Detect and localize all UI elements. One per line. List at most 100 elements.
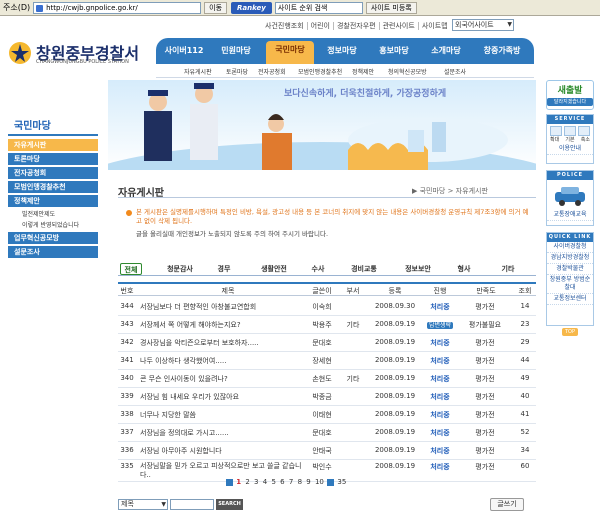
- sidebar-item-proposal[interactable]: 정책제안: [8, 195, 98, 208]
- subnav-item[interactable]: 전자공청회: [258, 67, 286, 76]
- post-title[interactable]: 서장께서 쪽 어떻게 해야하는지요?: [140, 320, 304, 330]
- sidebar-item-recommend[interactable]: 모범인맹경찰추천: [8, 181, 98, 194]
- address-bar[interactable]: http://cwjb.gnpolice.go.kr/: [33, 1, 202, 14]
- next-page-icon[interactable]: [327, 478, 335, 486]
- gnb-pr[interactable]: 홍보마당: [370, 42, 418, 60]
- post-title[interactable]: 콘 무슨 인사이동이 있을려나?: [140, 374, 304, 384]
- subnav-item[interactable]: 설문조사: [444, 67, 466, 76]
- table-row[interactable]: 337 서장님을 정의대로 가시고...... 문대호 2008.09.19 처리중 평가…: [118, 424, 536, 442]
- service-header: SERVICE: [547, 115, 593, 124]
- sidebar-item-free-board[interactable]: 자유게시판: [8, 139, 98, 152]
- post-status: 처리중: [422, 410, 458, 420]
- page-link[interactable]: 5: [270, 478, 276, 486]
- site-logo[interactable]: 창원중부경찰서 CHANGWONJUNGBU POLICE STATION: [8, 40, 148, 70]
- post-author: 박용주: [312, 321, 332, 329]
- post-title[interactable]: 서장님 힘 내세요 우리가 있잖아요: [140, 392, 304, 402]
- subnav-item[interactable]: 토론마당: [226, 67, 248, 76]
- subnav-item[interactable]: 정책제안: [352, 67, 374, 76]
- top-link[interactable]: 사이트맵: [419, 22, 451, 30]
- search-input[interactable]: [170, 499, 214, 510]
- tab-safety[interactable]: 생활안전: [254, 263, 294, 275]
- tab-security[interactable]: 정보보안: [398, 263, 438, 275]
- post-satisfaction: 평가전: [475, 463, 495, 471]
- table-row[interactable]: 343 서장께서 쪽 어떻게 해야하는지요? 박용주 기타 2008.09.19 답변생략…: [118, 316, 536, 334]
- post-satisfaction: 평가전: [475, 357, 495, 365]
- traffic-education-link[interactable]: 교통장애교육: [547, 210, 593, 221]
- new-start-title: 새출발: [557, 86, 583, 96]
- page-link[interactable]: 10: [314, 478, 325, 486]
- sidebar-item-discussion[interactable]: 토론마당: [8, 153, 98, 166]
- rankey-logo[interactable]: Rankey: [231, 1, 272, 14]
- gnb-citizen[interactable]: 국민마당: [266, 41, 314, 64]
- page-link[interactable]: 3: [253, 478, 259, 486]
- top-link[interactable]: 경찰전자우편: [334, 22, 380, 30]
- post-title[interactable]: 서장님보다 더 편향적인 아창불교연합회: [140, 302, 304, 312]
- post-title[interactable]: 서장님을 정의대로 가시고......: [140, 428, 304, 438]
- write-button[interactable]: 글쓰기: [490, 498, 524, 511]
- top-link[interactable]: 어린이: [308, 22, 334, 30]
- tab-all[interactable]: 전체: [120, 263, 142, 275]
- quick-link[interactable]: 사이버경찰청: [547, 242, 593, 253]
- quick-link[interactable]: 경찰박물관: [547, 264, 593, 275]
- tab-other[interactable]: 기타: [496, 263, 520, 275]
- top-link[interactable]: 관련사이트: [380, 22, 419, 30]
- search-field-select[interactable]: 제목: [118, 499, 168, 510]
- gnb-civil[interactable]: 민원마당: [212, 42, 260, 60]
- top-link[interactable]: 사건진행조회: [262, 22, 308, 30]
- post-title[interactable]: 너무나 지당한 말씀: [140, 410, 304, 420]
- status-badge: 처리중: [430, 393, 450, 401]
- post-title[interactable]: 서장님 아무아주 시원합니다: [140, 446, 304, 456]
- gnb-intro[interactable]: 소개마당: [422, 42, 470, 60]
- post-author: 장세현: [312, 357, 332, 365]
- column-header: 번호: [120, 287, 134, 295]
- post-title[interactable]: 경사장님을 악티즌으로부터 보호하자.....: [140, 338, 304, 348]
- page-link[interactable]: 1: [235, 478, 242, 486]
- page-link[interactable]: 2: [244, 478, 250, 486]
- subnav-item[interactable]: 모범인맹경찰추천: [298, 67, 342, 76]
- top-button[interactable]: TOP: [562, 328, 578, 336]
- table-row[interactable]: 344 서장님보다 더 편향적인 아창불교연합회 이숙희 2008.09.30 처리중 평…: [118, 298, 536, 316]
- page-link[interactable]: 7: [288, 478, 294, 486]
- zoom-in-icon[interactable]: [550, 126, 562, 136]
- tab-audit[interactable]: 청문감사: [160, 263, 200, 275]
- sidebar-item-innovation[interactable]: 업무혁신공모방: [8, 232, 98, 245]
- sidebar-item-survey[interactable]: 설문조사: [8, 246, 98, 259]
- zoom-reset-icon[interactable]: [564, 126, 576, 136]
- rank-search-input[interactable]: 사이트 순위 검색: [274, 1, 363, 14]
- prev-page-icon[interactable]: [226, 478, 233, 486]
- subnav-item[interactable]: 자유게시판: [184, 67, 212, 76]
- quick-link[interactable]: 창원중부 방범순찰대: [547, 275, 593, 294]
- table-row[interactable]: 342 경사장님을 악티즌으로부터 보호하자..... 문대호 2008.09.19 처…: [118, 334, 536, 352]
- go-button[interactable]: 이동: [204, 1, 228, 14]
- new-start-banner[interactable]: 새출발 달라지겠습니다: [546, 80, 594, 110]
- page-link[interactable]: 6: [279, 478, 285, 486]
- table-row[interactable]: 340 콘 무슨 인사이동이 있을려나? 손현도 기타 2008.09.19 처리중 평가전…: [118, 370, 536, 388]
- page-link[interactable]: 4: [262, 478, 268, 486]
- table-row[interactable]: 338 너무나 지당한 말씀 이태현 2008.09.19 처리중 평가전 41: [118, 406, 536, 424]
- quick-link[interactable]: 교통정보센터: [547, 294, 593, 305]
- tab-criminal[interactable]: 형사: [452, 263, 476, 275]
- foreign-site-select[interactable]: 외국어사이트: [452, 19, 514, 31]
- tab-admin[interactable]: 경무: [212, 263, 236, 275]
- table-row[interactable]: 339 서장님 힘 내세요 우리가 있잖아요 박종금 2008.09.19 처리중 평가전…: [118, 388, 536, 406]
- zoom-out-icon[interactable]: [578, 126, 590, 136]
- gnb-info[interactable]: 정보마당: [318, 42, 366, 60]
- sidebar-subitem[interactable]: 빌전제안제도: [8, 209, 98, 220]
- table-row[interactable]: 336 서장님 아무아주 시원합니다 안태국 2008.09.19 처리중 평가전 34: [118, 442, 536, 460]
- tab-traffic[interactable]: 경비교통: [344, 263, 384, 275]
- page-link[interactable]: 9: [305, 478, 311, 486]
- sidebar-subitem[interactable]: 이렇게 반영되었습니다: [8, 220, 98, 231]
- search-button[interactable]: SEARCH: [216, 499, 243, 510]
- quick-link[interactable]: 경남지방경찰청: [547, 253, 593, 264]
- usage-guide-link[interactable]: 이용안내: [547, 144, 593, 155]
- page-link[interactable]: 8: [297, 478, 303, 486]
- subnav-item[interactable]: 청의혁신공모방: [388, 67, 427, 76]
- post-title[interactable]: 나두 이상하다 생각했어여.....: [140, 356, 304, 366]
- tab-investigation[interactable]: 수사: [306, 263, 330, 275]
- gnb-cyber112[interactable]: 사이버112: [160, 42, 208, 60]
- sidebar-item-e-hearing[interactable]: 전자공청회: [8, 167, 98, 180]
- table-row[interactable]: 341 나두 이상하다 생각했어여..... 장세현 2008.09.19 처리중 평가전…: [118, 352, 536, 370]
- last-page-link[interactable]: 35: [336, 478, 347, 486]
- site-register-button[interactable]: 사이트 미등록: [365, 1, 417, 14]
- gnb-family[interactable]: 창중가족방: [474, 42, 530, 60]
